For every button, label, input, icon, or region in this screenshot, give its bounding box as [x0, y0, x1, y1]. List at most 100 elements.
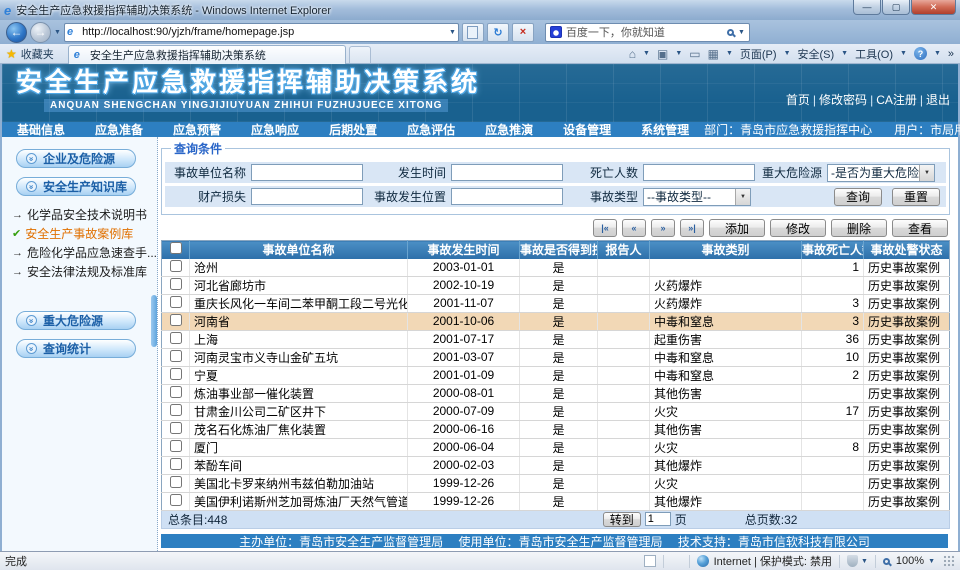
search-input[interactable]: 百度一下，你就知道 [566, 24, 723, 40]
row-checkbox[interactable] [170, 494, 182, 506]
menu-tools-caret[interactable]: ▼ [900, 50, 907, 57]
row-checkbox[interactable] [170, 314, 182, 326]
address-dropdown-icon[interactable]: ▼ [449, 29, 456, 36]
address-field[interactable]: e http://localhost:90/yjzh/frame/homepag… [64, 23, 459, 42]
nav-item[interactable]: 应急推演 [470, 121, 548, 138]
header-link[interactable]: 首页 [786, 91, 810, 108]
goto-page-button[interactable]: 转到 [603, 512, 641, 527]
search-icon[interactable] [727, 29, 734, 36]
search-box[interactable]: 百度一下，你就知道 ▼ [545, 23, 750, 42]
table-row[interactable]: 炼油事业部一催化装置2000-08-01是其他伤害历史事故案例 [162, 384, 950, 402]
security-zone-label[interactable]: Internet | 保护模式: 禁用 [714, 553, 832, 569]
view-button[interactable]: 查看 [892, 219, 948, 237]
table-row[interactable]: 美国伊利诺斯州芝加哥炼油厂天然气管道1999-12-26是其他爆炸历史事故案例 [162, 492, 950, 510]
sidebar-group-button[interactable]: »企业及危险源 [16, 149, 136, 168]
table-row[interactable]: 沧州2003-01-01是1历史事故案例 [162, 259, 950, 277]
table-row[interactable]: 河南省2001-10-06是中毒和窒息3历史事故案例 [162, 312, 950, 330]
last-page-button[interactable]: »| [680, 219, 704, 237]
zoom-level[interactable]: 100% [896, 555, 924, 567]
chevron-down-icon[interactable]: ▼ [919, 165, 934, 181]
favorites-button[interactable]: 收藏夹 [21, 46, 54, 62]
recent-pages-dropdown-icon[interactable]: ▼ [54, 29, 61, 36]
forward-button[interactable]: → [30, 22, 51, 43]
close-button[interactable]: ✕ [911, 0, 956, 15]
table-row[interactable]: 上海2001-07-17是起重伤害36历史事故案例 [162, 330, 950, 348]
filter-dropdown-icon[interactable]: ▼ [861, 558, 868, 565]
nav-item[interactable]: 基础信息 [2, 121, 80, 138]
row-checkbox[interactable] [170, 278, 182, 290]
menu-page-caret[interactable]: ▼ [784, 50, 791, 57]
nav-item[interactable]: 后期处置 [314, 121, 392, 138]
chevron-down-icon[interactable]: ▼ [735, 189, 750, 205]
new-tab-button[interactable] [349, 46, 371, 63]
header-link[interactable]: 修改密码 [819, 91, 867, 108]
query-input[interactable] [251, 164, 363, 181]
row-checkbox[interactable] [170, 440, 182, 452]
tab-active[interactable]: e 安全生产应急救援指挥辅助决策系统 [68, 45, 346, 64]
modify-button[interactable]: 修改 [770, 219, 826, 237]
row-checkbox[interactable] [170, 350, 182, 362]
table-row[interactable]: 河北省廊坊市2002-10-19是火药爆炸历史事故案例 [162, 276, 950, 294]
row-checkbox[interactable] [170, 332, 182, 344]
table-row[interactable]: 宁夏2001-01-09是中毒和窒息2历史事故案例 [162, 366, 950, 384]
feeds-dropdown-icon[interactable]: ▼ [675, 50, 682, 57]
filter-shield-icon[interactable] [847, 555, 858, 567]
table-row[interactable]: 甘肃金川公司二矿区井下2000-07-09是火灾17历史事故案例 [162, 402, 950, 420]
table-row[interactable]: 厦门2000-06-04是火灾8历史事故案例 [162, 438, 950, 456]
query-input[interactable] [643, 164, 755, 181]
more-commands[interactable]: » [948, 48, 954, 60]
help-icon[interactable]: ? [914, 47, 927, 60]
menu-safety-caret[interactable]: ▼ [841, 50, 848, 57]
prev-page-button[interactable]: « [622, 219, 646, 237]
sidebar-group-button[interactable]: »安全生产知识库 [16, 177, 136, 196]
menu-tools[interactable]: 工具(O) [855, 46, 893, 62]
sidebar-item[interactable]: →安全法律法规及标准库 [12, 262, 157, 281]
header-link[interactable]: CA注册 [876, 91, 917, 108]
row-checkbox[interactable] [170, 368, 182, 380]
delete-button[interactable]: 删除 [831, 219, 887, 237]
zoom-icon[interactable] [883, 558, 890, 565]
nav-item[interactable]: 应急准备 [80, 121, 158, 138]
sidebar-group-button[interactable]: »重大危险源 [16, 311, 136, 330]
next-page-button[interactable]: » [651, 219, 675, 237]
nav-item[interactable]: 应急评估 [392, 121, 470, 138]
query-input[interactable] [451, 164, 563, 181]
query-select[interactable]: --事故类型--▼ [643, 188, 751, 206]
sidebar-group-button[interactable]: »查询统计 [16, 339, 136, 358]
help-caret[interactable]: ▼ [934, 50, 941, 57]
sidebar-scrollbar[interactable] [151, 295, 157, 347]
menu-safety[interactable]: 安全(S) [798, 46, 835, 62]
header-link[interactable]: 退出 [926, 91, 950, 108]
feeds-icon[interactable]: ▣ [657, 47, 668, 61]
row-checkbox[interactable] [170, 404, 182, 416]
first-page-button[interactable]: |« [593, 219, 617, 237]
home-icon[interactable]: ⌂ [629, 47, 636, 61]
search-dropdown-icon[interactable]: ▼ [738, 29, 745, 36]
favorites-star-icon[interactable]: ★ [6, 47, 17, 61]
print-dropdown-icon[interactable]: ▼ [726, 50, 733, 57]
sidebar-item[interactable]: ✔安全生产事故案例库 [12, 224, 157, 243]
row-checkbox[interactable] [170, 386, 182, 398]
zoom-dropdown-icon[interactable]: ▼ [928, 558, 935, 565]
nav-item[interactable]: 设备管理 [548, 121, 626, 138]
back-button[interactable]: ← [6, 22, 27, 43]
home-dropdown-icon[interactable]: ▼ [643, 50, 650, 57]
select-all-checkbox[interactable] [170, 242, 182, 254]
print-icon[interactable]: ▦ [708, 47, 719, 61]
page-number-input[interactable] [645, 512, 671, 526]
sidebar-item[interactable]: →化学品安全技术说明书 [12, 205, 157, 224]
nav-item[interactable]: 系统管理 [626, 121, 704, 138]
compatibility-view-button[interactable] [462, 23, 484, 42]
query-select[interactable]: -是否为重大危险源-▼ [827, 164, 935, 182]
reset-button[interactable]: 重置 [892, 188, 940, 206]
row-checkbox[interactable] [170, 476, 182, 488]
table-row[interactable]: 美国北卡罗来纳州韦兹伯勒加油站1999-12-26是火灾历史事故案例 [162, 474, 950, 492]
table-row[interactable]: 河南灵宝市义寺山金矿五坑2001-03-07是中毒和窒息10历史事故案例 [162, 348, 950, 366]
table-row[interactable]: 重庆长风化一车间二苯甲酮工段二号光化釜2001-11-07是火药爆炸3历史事故案… [162, 294, 950, 312]
add-button[interactable]: 添加 [709, 219, 765, 237]
minimize-button[interactable]: — [853, 0, 881, 15]
search-button[interactable]: 查询 [834, 188, 882, 206]
row-checkbox[interactable] [170, 260, 182, 272]
refresh-button[interactable]: ↻ [487, 23, 509, 42]
nav-item[interactable]: 应急响应 [236, 121, 314, 138]
